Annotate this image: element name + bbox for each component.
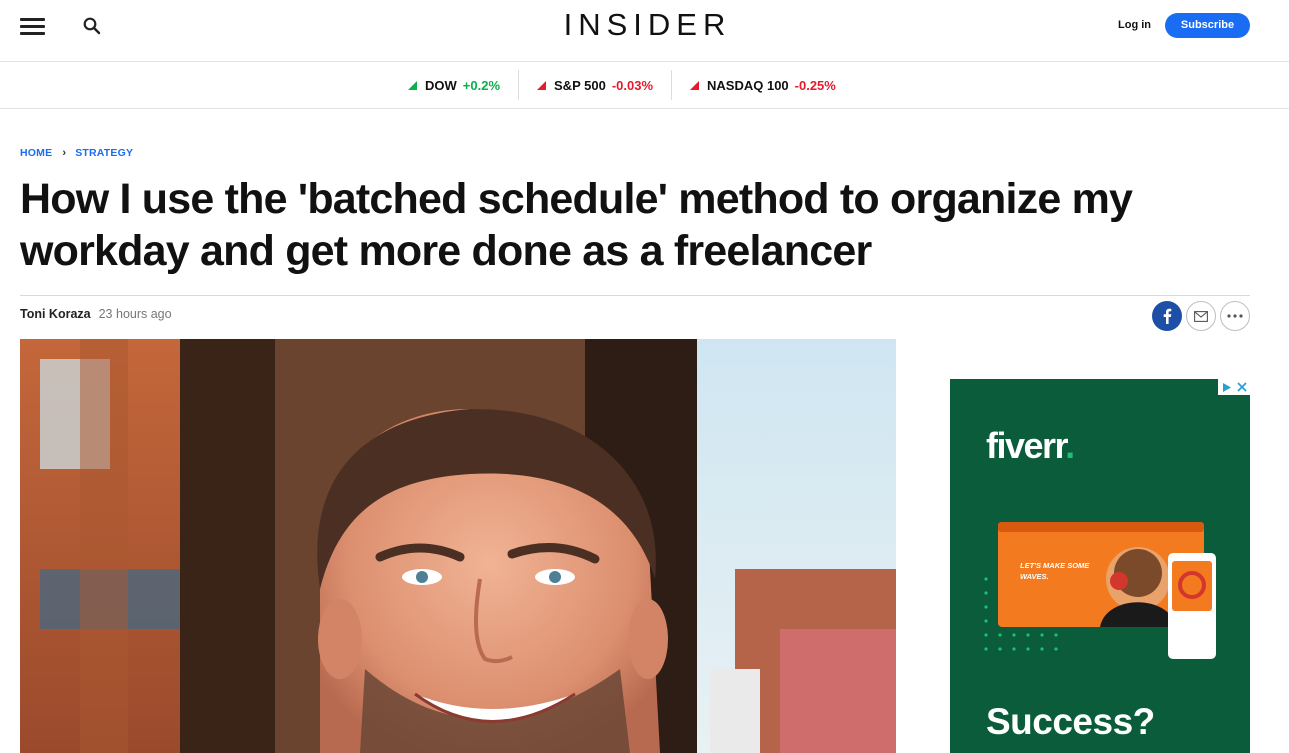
arrow-down-icon xyxy=(537,80,547,90)
author-link[interactable]: Toni Koraza xyxy=(20,307,91,321)
ticker-item-nasdaq[interactable]: NASDAQ 100 -0.25% xyxy=(671,70,854,100)
facebook-share-button[interactable] xyxy=(1152,301,1182,331)
subscribe-button[interactable]: Subscribe xyxy=(1165,13,1250,38)
ticker-change: -0.03% xyxy=(611,77,654,93)
ad-brand-text: fiverr xyxy=(986,425,1067,466)
site-header: INSIDER Log in Subscribe xyxy=(0,0,1289,62)
breadcrumb-section[interactable]: STRATEGY xyxy=(75,147,133,159)
breadcrumb-home[interactable]: HOME xyxy=(20,147,52,159)
ticker-name: S&P 500 xyxy=(554,77,606,93)
ad-mockup-text: LET'S MAKE SOME WAVES. xyxy=(1020,561,1090,581)
advertisement[interactable]: fiverr. LET'S MAKE SOME WAVES. Success? xyxy=(950,379,1250,753)
ticker-item-sp500[interactable]: S&P 500 -0.03% xyxy=(518,70,671,100)
byline: Toni Koraza 23 hours ago xyxy=(20,307,172,321)
email-share-button[interactable] xyxy=(1186,301,1216,331)
ticker-name: NASDAQ 100 xyxy=(707,77,789,93)
more-options-icon xyxy=(1227,314,1243,318)
site-logo[interactable]: INSIDER xyxy=(558,7,732,42)
login-link[interactable]: Log in xyxy=(1112,17,1157,33)
hamburger-menu-icon[interactable] xyxy=(20,17,46,35)
divider xyxy=(20,295,1250,296)
ad-headline: Success? xyxy=(986,701,1155,742)
ticker-change: +0.2% xyxy=(462,77,501,93)
arrow-up-icon xyxy=(408,80,417,90)
timestamp: 23 hours ago xyxy=(98,307,172,321)
ad-choices xyxy=(1218,379,1250,395)
site-logo-wrap: INSIDER xyxy=(0,7,1289,43)
facebook-icon xyxy=(1163,308,1172,324)
hero-image xyxy=(20,339,896,753)
chevron-right-icon: › xyxy=(62,147,67,159)
ad-product-mockup xyxy=(984,522,1216,659)
article-headline: How I use the 'batched schedule' method … xyxy=(20,175,1133,275)
breadcrumb: HOME › STRATEGY xyxy=(20,147,133,159)
email-icon xyxy=(1194,310,1208,322)
close-icon[interactable] xyxy=(1234,379,1250,395)
ticker-item-dow[interactable]: DOW +0.2% xyxy=(390,70,518,100)
ticker-name: DOW xyxy=(425,77,457,93)
ad-brand-logo: fiverr. xyxy=(986,425,1075,467)
ad-brand-dot: . xyxy=(1065,425,1075,466)
arrow-down-icon xyxy=(690,80,700,90)
market-ticker: DOW +0.2% S&P 500 -0.03% NASDAQ 100 -0.2… xyxy=(0,62,1289,109)
search-icon[interactable] xyxy=(82,16,102,36)
more-share-button[interactable] xyxy=(1220,301,1250,331)
adchoices-icon[interactable] xyxy=(1218,379,1234,395)
ticker-change: -0.25% xyxy=(794,77,836,93)
